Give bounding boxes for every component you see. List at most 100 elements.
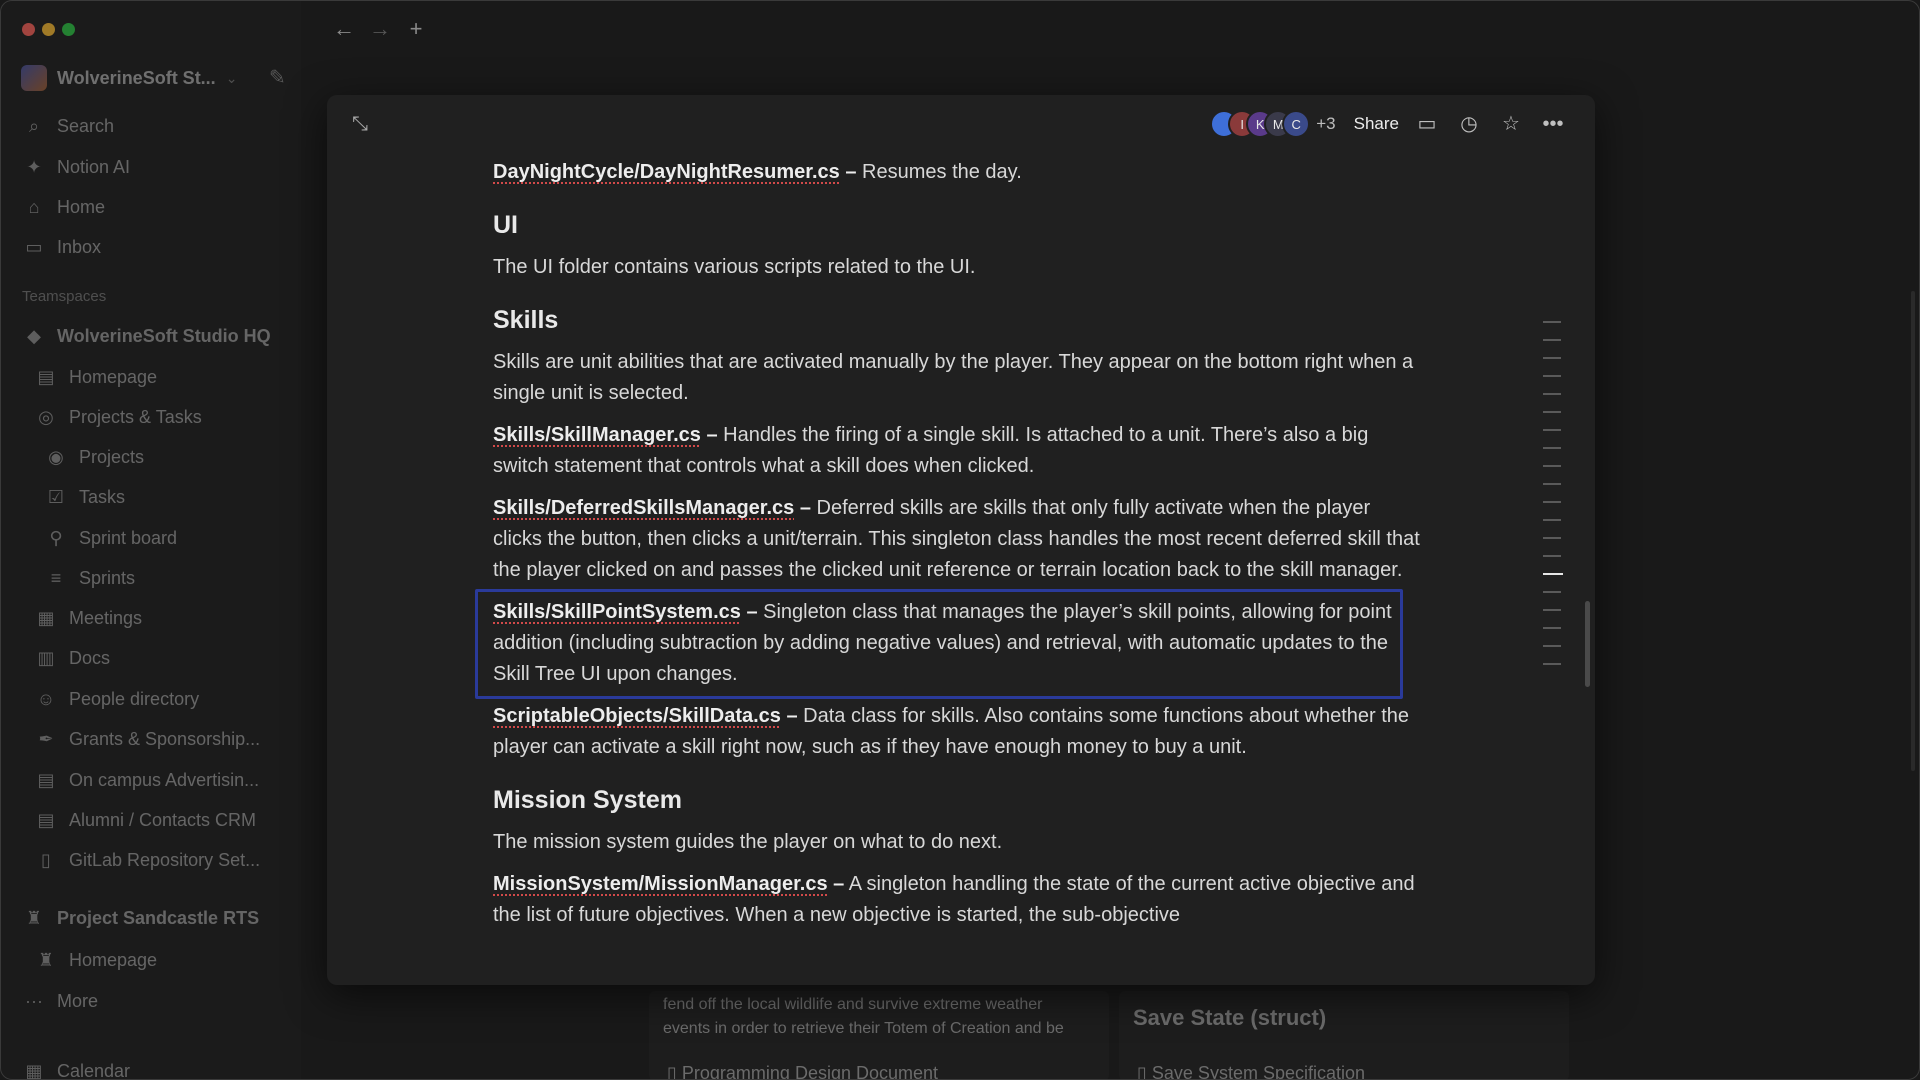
back-arrow-icon[interactable]: ← [330, 15, 358, 43]
sidebar-item-search[interactable]: ⌕ Search [23, 115, 114, 137]
heading-skills: Skills [493, 306, 559, 334]
sidebar-item-advertising[interactable]: ▤ On campus Advertisin... [35, 769, 259, 791]
toc-line[interactable] [1543, 519, 1561, 521]
workspace-switcher[interactable]: WolverineSoft St... ⌄ [21, 65, 237, 91]
sidebar-item-homepage[interactable]: ▤ Homepage [35, 366, 157, 388]
code-file-link[interactable]: Skills/SkillPointSystem.cs [493, 601, 741, 623]
background-text: events in order to retrieve their Totem … [663, 1020, 1064, 1037]
toc-line[interactable] [1543, 447, 1561, 449]
share-button[interactable]: Share [1354, 114, 1399, 134]
sidebar-item-notion-ai[interactable]: ✦ Notion AI [23, 156, 130, 178]
toc-line[interactable] [1543, 537, 1561, 539]
table-of-contents-minimap[interactable] [1539, 321, 1563, 681]
people-icon: ☺ [36, 688, 56, 709]
sidebar-item-label: Homepage [69, 949, 158, 970]
more-options-icon[interactable]: ••• [1539, 110, 1567, 138]
workspace-logo [21, 65, 47, 91]
paragraph: The mission system guides the player on … [493, 831, 1003, 853]
sidebar-item-tasks[interactable]: ☑ Tasks [45, 486, 125, 508]
toc-line[interactable] [1543, 465, 1561, 467]
sidebar-item-sprint-board[interactable]: ⚲ Sprint board [45, 527, 177, 549]
paragraph: Skills are unit abilities that are activ… [493, 351, 1414, 404]
peek-scrollbar-thumb[interactable] [1585, 601, 1590, 687]
sidebar-item-projects[interactable]: ◉ Projects [45, 446, 144, 468]
sidebar-item-projects-tasks[interactable]: ◎ Projects & Tasks [35, 406, 202, 428]
sidebar-item-meetings[interactable]: ▦ Meetings [35, 607, 142, 629]
castle-icon: ♜ [37, 949, 55, 970]
sidebar-item-sprints[interactable]: ≡ Sprints [45, 567, 135, 589]
new-tab-plus-icon[interactable]: + [402, 15, 430, 43]
sidebar-item-label: Meetings [69, 607, 143, 628]
sidebar-item-label: Projects [79, 446, 145, 467]
background-link[interactable]: ▯ Save System Specification [1137, 1063, 1365, 1080]
code-file-link[interactable]: MissionSystem/MissionManager.cs [493, 873, 828, 895]
sidebar-item-gitlab[interactable]: ▯ GitLab Repository Set... [35, 849, 260, 871]
toc-line[interactable] [1543, 555, 1561, 557]
code-file-link[interactable]: Skills/SkillManager.cs [493, 424, 701, 446]
toc-line[interactable] [1543, 627, 1561, 629]
paragraph: ScriptableObjects/SkillData.cs – Data cl… [493, 701, 1423, 763]
inbox-icon: ▭ [25, 236, 43, 257]
sidebar-item-label: Home [57, 196, 106, 217]
dash: – [746, 601, 758, 623]
toc-line[interactable] [1543, 645, 1561, 647]
paragraph: Skills/SkillManager.cs – Handles the fir… [493, 420, 1423, 482]
paragraph: DayNightCycle/DayNightResumer.cs – Resum… [493, 157, 1423, 188]
toc-line-active[interactable] [1543, 573, 1563, 575]
cabinet-icon: ▤ [37, 809, 55, 830]
search-icon: ⌕ [28, 115, 40, 136]
avatar: C [1282, 110, 1311, 138]
window-scrollbar[interactable] [1911, 291, 1915, 771]
sidebar-item-more[interactable]: ··· More [23, 990, 98, 1012]
document-body: DayNightCycle/DayNightResumer.cs – Resum… [475, 157, 1423, 942]
dash: – [845, 161, 857, 183]
toc-line[interactable] [1543, 411, 1561, 413]
dash: – [706, 424, 718, 446]
sidebar-item-inbox[interactable]: ▭ Inbox [23, 236, 101, 258]
sidebar-item-calendar[interactable]: ▦ Calendar [23, 1060, 130, 1080]
toc-line[interactable] [1543, 375, 1561, 377]
sidebar-item-home[interactable]: ⌂ Home [23, 196, 105, 218]
calendar-icon: ▦ [25, 1060, 43, 1080]
runner-icon: ⚲ [49, 527, 63, 548]
sidebar-teamspace[interactable]: ◆ WolverineSoft Studio HQ [23, 325, 271, 347]
code-file-link[interactable]: Skills/DeferredSkillsManager.cs [493, 497, 794, 519]
toc-line[interactable] [1543, 339, 1561, 341]
toc-line[interactable] [1543, 429, 1561, 431]
sidebar-item-label: GitLab Repository Set... [69, 849, 261, 870]
toc-line[interactable] [1543, 609, 1561, 611]
toc-line[interactable] [1543, 591, 1561, 593]
toc-line[interactable] [1543, 501, 1561, 503]
paragraph: The UI folder contains various scripts r… [493, 256, 976, 278]
sidebar-item-project-homepage[interactable]: ♜ Homepage [35, 949, 157, 971]
sidebar-item-label: On campus Advertisin... [69, 769, 260, 790]
comment-icon[interactable]: ▭ [1413, 110, 1441, 138]
toc-line[interactable] [1543, 393, 1561, 395]
toc-line[interactable] [1543, 357, 1561, 359]
collaborator-avatars[interactable]: I K M C +3 [1210, 110, 1336, 138]
page-icon: ▯ [1137, 1063, 1152, 1080]
castle-icon: ♜ [25, 907, 43, 928]
toc-line[interactable] [1543, 483, 1561, 485]
app-window: ← → + WolverineSoft St... ⌄ ✎ ⌕ Search ✦ N… [0, 0, 1920, 1080]
new-page-icon[interactable]: ✎ [269, 65, 286, 90]
dash: – [799, 497, 811, 519]
sidebar-item-docs[interactable]: ▥ Docs [35, 647, 110, 669]
expand-icon[interactable]: ⤡ [347, 111, 373, 137]
toc-line[interactable] [1543, 321, 1561, 323]
code-file-link[interactable]: ScriptableObjects/SkillData.cs [493, 705, 781, 727]
star-icon[interactable]: ☆ [1497, 110, 1525, 138]
background-link-label: Programming Design Document [681, 1063, 939, 1080]
forward-arrow-icon[interactable]: → [366, 15, 394, 43]
sidebar-item-people-directory[interactable]: ☺ People directory [35, 688, 199, 710]
sidebar-item-grants[interactable]: ✒ Grants & Sponsorship... [35, 728, 260, 750]
history-clock-icon[interactable]: ◷ [1455, 110, 1483, 138]
page-icon: ▤ [37, 366, 55, 387]
background-link[interactable]: ▯ Programming Design Document [667, 1063, 939, 1080]
chevron-down-icon: ⌄ [225, 69, 238, 86]
sidebar-project[interactable]: ♜ Project Sandcastle RTS [23, 907, 259, 929]
toc-line[interactable] [1543, 663, 1561, 665]
sidebar-item-alumni[interactable]: ▤ Alumni / Contacts CRM [35, 809, 256, 831]
code-file-link[interactable]: DayNightCycle/DayNightResumer.cs [493, 161, 840, 183]
sidebar-item-label: Notion AI [57, 156, 131, 177]
